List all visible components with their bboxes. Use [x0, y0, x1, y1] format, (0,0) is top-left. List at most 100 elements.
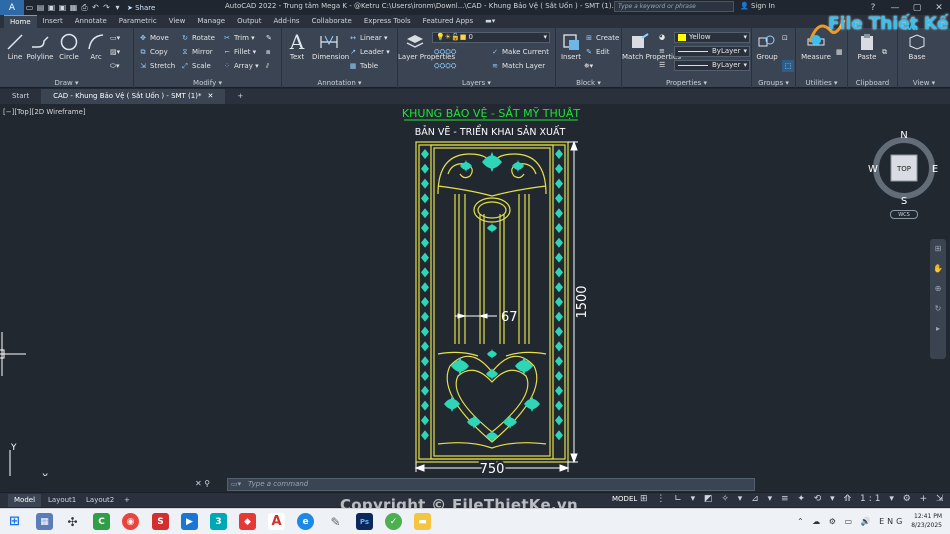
- draw-panel-title[interactable]: Draw ▾: [0, 79, 133, 87]
- make-current-button[interactable]: ✓ Make Current: [490, 46, 549, 58]
- app-icon-tools[interactable]: ✎: [327, 513, 344, 530]
- command-line-icons[interactable]: ✕ ⚲: [195, 479, 210, 488]
- tab-insert[interactable]: Insert: [37, 15, 69, 28]
- app-icon-3d[interactable]: 3: [210, 513, 227, 530]
- rectangle-icon[interactable]: ▭▾: [110, 32, 120, 44]
- wcs-menu[interactable]: WCS: [890, 210, 918, 219]
- group-button[interactable]: Group: [752, 31, 782, 61]
- tab-express-tools[interactable]: Express Tools: [358, 15, 417, 28]
- tab-view[interactable]: View: [163, 15, 192, 28]
- circle-button[interactable]: Circle: [54, 31, 84, 61]
- system-clock[interactable]: 12:41 PM 8/23/2025: [911, 512, 942, 530]
- view-panel-title[interactable]: View ▾: [898, 79, 950, 87]
- file-explorer-icon[interactable]: ▬: [414, 513, 431, 530]
- compass-north[interactable]: N: [900, 130, 907, 141]
- open-file-icon[interactable]: ▤: [35, 0, 46, 15]
- customize-qat-icon[interactable]: ▾: [112, 0, 123, 15]
- linetype-dropdown[interactable]: ByLayer ▾: [674, 60, 750, 71]
- tab-start[interactable]: Start: [0, 89, 41, 104]
- table-button[interactable]: ▦ Table: [348, 60, 378, 72]
- offset-icon[interactable]: ⫽: [266, 60, 269, 72]
- compass-east[interactable]: E: [932, 164, 938, 175]
- rotate-button[interactable]: ↻ Rotate: [180, 32, 215, 44]
- fillet-button[interactable]: ⌐ Fillet ▾: [222, 46, 256, 58]
- layer-properties-button[interactable]: Layer Properties: [398, 31, 455, 61]
- lineweight-dropdown[interactable]: ByLayer ▾: [674, 46, 750, 57]
- insert-button[interactable]: Insert: [556, 31, 586, 61]
- stretch-button[interactable]: ⇲ Stretch: [138, 60, 175, 72]
- share-button[interactable]: ➤ Share: [127, 4, 155, 12]
- save-icon[interactable]: ▣: [46, 0, 57, 15]
- hatch-icon[interactable]: ▨▾: [110, 46, 120, 58]
- help-search-input[interactable]: Type a keyword or phrase: [614, 1, 734, 12]
- chrome-icon[interactable]: ◉: [122, 513, 139, 530]
- app-icon-sr[interactable]: S: [152, 513, 169, 530]
- system-tray-icons[interactable]: ⌃ ☁ ⚙ ▭ 🔊 ENG: [797, 517, 905, 526]
- app-icon-green[interactable]: ✓: [385, 513, 402, 530]
- text-button[interactable]: A Text: [282, 30, 312, 61]
- close-button[interactable]: ✕: [928, 0, 950, 15]
- tab-manage[interactable]: Manage: [191, 15, 231, 28]
- compass-south[interactable]: S: [901, 196, 907, 207]
- tab-drawing[interactable]: CAD - Khung Bảo Vệ ( Sắt Uốn ) - SMT (1)…: [41, 89, 226, 104]
- utilities-panel-title[interactable]: Utilities ▾: [796, 79, 847, 87]
- scale-button[interactable]: ⤢ Scale: [180, 60, 211, 72]
- ungroup-icon[interactable]: ⊡: [782, 32, 788, 44]
- color-wheel-icon[interactable]: ◕: [659, 31, 665, 43]
- viewcube[interactable]: TOP N S E W: [866, 128, 942, 208]
- layer-dropdown[interactable]: 💡☀🔓■ 0 ▾: [432, 32, 550, 43]
- app-icon-calculator[interactable]: ▦: [36, 513, 53, 530]
- move-button[interactable]: ✥ Move: [138, 32, 169, 44]
- explode-icon[interactable]: ⧈: [266, 46, 270, 58]
- color-dropdown[interactable]: Yellow ▾: [674, 32, 750, 43]
- block-attribute-icon[interactable]: ⛯▾: [584, 60, 593, 72]
- new-tab-icon[interactable]: +: [225, 89, 255, 104]
- edge-icon[interactable]: e: [297, 513, 314, 530]
- leader-button[interactable]: ↗ Leader ▾: [348, 46, 390, 58]
- tab-layout1[interactable]: Layout1: [42, 494, 82, 507]
- tab-model[interactable]: Model: [8, 494, 42, 507]
- add-layout-icon[interactable]: +: [118, 494, 136, 507]
- undo-icon[interactable]: ↶: [90, 0, 101, 15]
- array-button[interactable]: ⁘ Array ▾: [222, 60, 259, 72]
- app-icon-c[interactable]: C: [93, 513, 110, 530]
- layers-panel-title[interactable]: Layers ▾: [398, 79, 555, 87]
- compass-west[interactable]: W: [868, 164, 878, 175]
- new-file-icon[interactable]: ▭: [24, 0, 35, 15]
- create-block-button[interactable]: ⊞ Create: [584, 32, 619, 44]
- model-space-toggle[interactable]: MODEL: [612, 495, 637, 503]
- polyline-button[interactable]: Polyline: [25, 31, 55, 61]
- properties-panel-title[interactable]: Properties ▾: [622, 79, 751, 87]
- trim-button[interactable]: ✂ Trim ▾: [222, 32, 255, 44]
- status-toggles[interactable]: ⊞ ⋮ ∟ ▾ ◩ ✧ ▾ ⊿ ▾ ≡ ✦ ⟲ ▾ ⟰ 1:1 ▾ ⚙ + ⇲ …: [640, 494, 950, 504]
- match-layer-button[interactable]: ≋ Match Layer: [490, 60, 545, 72]
- tab-parametric[interactable]: Parametric: [113, 15, 163, 28]
- photoshop-icon[interactable]: Ps: [356, 513, 373, 530]
- sign-in-button[interactable]: 👤 Sign In: [740, 2, 775, 10]
- tab-add-ins[interactable]: Add-ins: [267, 15, 305, 28]
- edit-block-button[interactable]: ✎ Edit: [584, 46, 610, 58]
- annotation-panel-title[interactable]: Annotation ▾: [282, 79, 397, 87]
- linear-button[interactable]: ↔ Linear ▾: [348, 32, 387, 44]
- tab-featured-apps[interactable]: Featured Apps: [417, 15, 479, 28]
- app-icon-acrobat[interactable]: ◆: [239, 513, 256, 530]
- tab-layout2[interactable]: Layout2: [80, 494, 120, 507]
- tab-home[interactable]: Home: [4, 15, 37, 28]
- viewcube-top[interactable]: TOP: [896, 165, 911, 173]
- match-properties-button[interactable]: Match Properties: [622, 31, 681, 61]
- arc-button[interactable]: Arc: [81, 31, 111, 61]
- tab-output[interactable]: Output: [231, 15, 267, 28]
- groups-panel-title[interactable]: Groups ▾: [752, 79, 795, 87]
- ribbon-options-icon[interactable]: ▬▾: [479, 15, 501, 28]
- tab-collaborate[interactable]: Collaborate: [306, 15, 358, 28]
- close-icon[interactable]: ✕: [207, 92, 213, 100]
- app-icon-network[interactable]: ✣: [64, 513, 81, 530]
- web-mobile-icon[interactable]: ▦: [68, 0, 79, 15]
- erase-icon[interactable]: ✎: [266, 32, 272, 44]
- autocad-icon[interactable]: A: [268, 513, 285, 530]
- copy-button[interactable]: ⧉ Copy: [138, 46, 168, 58]
- modify-panel-title[interactable]: Modify ▾: [134, 79, 281, 87]
- block-panel-title[interactable]: Block ▾: [556, 79, 621, 87]
- drawing-area[interactable]: [−][Top][2D Wireframe] Y X KHUNG BẢO VỆ …: [0, 104, 950, 476]
- plot-icon[interactable]: ⎙: [79, 0, 90, 15]
